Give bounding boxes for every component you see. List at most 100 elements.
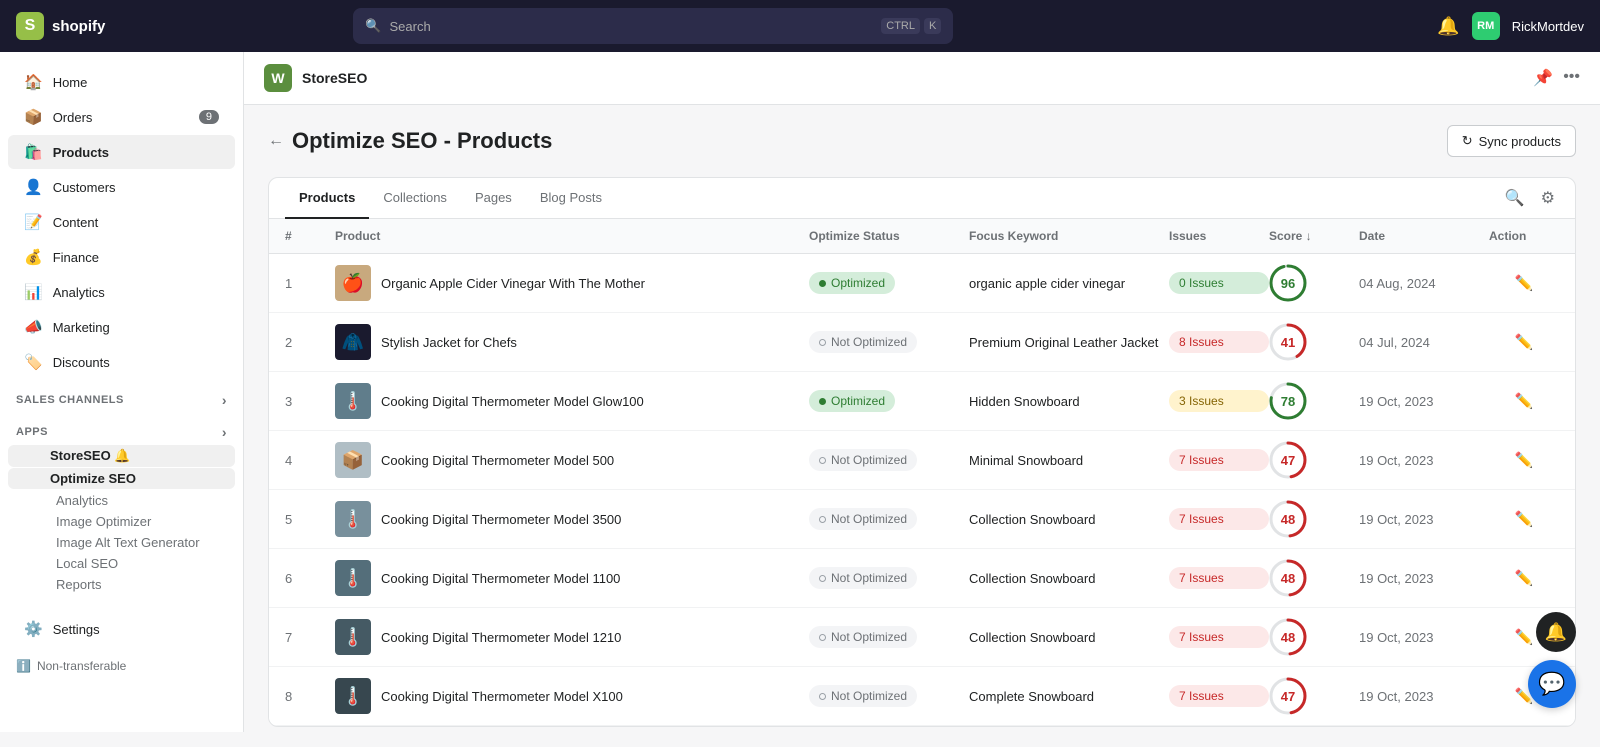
- orders-badge: 9: [199, 110, 219, 124]
- tab-pages[interactable]: Pages: [461, 178, 526, 219]
- score-cell: 47: [1269, 677, 1359, 715]
- sidebar-item-customers[interactable]: 👤 Customers: [8, 170, 235, 204]
- app-logo: W: [264, 64, 292, 92]
- sidebar-item-settings[interactable]: ⚙️ Settings: [8, 612, 235, 646]
- row-num: 2: [285, 335, 335, 350]
- row-num: 6: [285, 571, 335, 586]
- product-thumb: 🌡️: [335, 560, 371, 596]
- sidebar-item-discounts[interactable]: 🏷️ Discounts: [8, 345, 235, 379]
- notification-bell-icon[interactable]: 🔔: [1437, 16, 1459, 37]
- product-cell: 🌡️ Cooking Digital Thermometer Model X10…: [335, 678, 809, 714]
- sales-channels-section: Sales channels ›: [0, 380, 243, 412]
- sidebar-label-analytics: Analytics: [53, 285, 105, 300]
- table-row: 1 🍎 Organic Apple Cider Vinegar With The…: [269, 254, 1575, 313]
- sync-label: Sync products: [1479, 134, 1561, 149]
- col-action: Action: [1489, 229, 1559, 243]
- avatar[interactable]: RM: [1472, 12, 1500, 40]
- back-button[interactable]: ←: [268, 132, 284, 150]
- layout: 🏠 Home 📦 Orders 9 🛍️ Products 👤 Customer…: [0, 52, 1600, 747]
- sidebar-child-analytics[interactable]: Analytics: [0, 490, 243, 511]
- settings-icon: ⚙️: [24, 620, 43, 638]
- col-hash: #: [285, 229, 335, 243]
- edit-icon[interactable]: ✏️: [1515, 274, 1534, 292]
- sidebar-item-products[interactable]: 🛍️ Products: [8, 135, 235, 169]
- product-name: Cooking Digital Thermometer Model X100: [381, 689, 623, 704]
- action-cell: ✏️: [1489, 451, 1559, 469]
- sidebar-child-alt-text[interactable]: Image Alt Text Generator: [0, 532, 243, 553]
- product-cell: 🍎 Organic Apple Cider Vinegar With The M…: [335, 265, 809, 301]
- search-table-button[interactable]: 🔍: [1501, 184, 1529, 212]
- action-cell: ✏️: [1489, 274, 1559, 292]
- score-value: 48: [1281, 571, 1295, 586]
- tab-products[interactable]: Products: [285, 178, 369, 219]
- home-icon: 🏠: [24, 73, 43, 91]
- apps-section: Apps ›: [0, 412, 243, 444]
- score-cell: 48: [1269, 559, 1359, 597]
- tab-blog-posts[interactable]: Blog Posts: [526, 178, 616, 219]
- sidebar-item-analytics[interactable]: 📊 Analytics: [8, 275, 235, 309]
- sidebar-sub-storeseo[interactable]: StoreSEO 🔔: [8, 445, 235, 467]
- sidebar-item-orders[interactable]: 📦 Orders 9: [8, 100, 235, 134]
- edit-icon[interactable]: ✏️: [1515, 392, 1534, 410]
- sidebar-child-local-seo[interactable]: Local SEO: [0, 553, 243, 574]
- notification-floating-button[interactable]: 🔔: [1536, 612, 1576, 652]
- search-bar[interactable]: 🔍 Search CTRL K: [353, 8, 953, 44]
- product-cell: 🌡️ Cooking Digital Thermometer Model 121…: [335, 619, 809, 655]
- date-cell: 04 Jul, 2024: [1359, 335, 1489, 350]
- status-badge-not-optimized: Not Optimized: [809, 626, 917, 648]
- sidebar-sub-optimize-seo[interactable]: Optimize SEO: [8, 468, 235, 489]
- edit-icon[interactable]: ✏️: [1515, 628, 1534, 646]
- status-badge-not-optimized: Not Optimized: [809, 567, 917, 589]
- search-icon: 🔍: [365, 18, 381, 34]
- sync-icon: ↻: [1462, 133, 1473, 149]
- table-row: 4 📦 Cooking Digital Thermometer Model 50…: [269, 431, 1575, 490]
- edit-icon[interactable]: ✏️: [1515, 333, 1534, 351]
- content-icon: 📝: [24, 213, 43, 231]
- shopify-logo[interactable]: S shopify: [16, 12, 105, 40]
- sidebar-item-content[interactable]: 📝 Content: [8, 205, 235, 239]
- chat-floating-button[interactable]: 💬: [1528, 660, 1576, 708]
- sidebar-item-home[interactable]: 🏠 Home: [8, 65, 235, 99]
- product-thumb: 🌡️: [335, 678, 371, 714]
- score-value: 47: [1281, 453, 1295, 468]
- score-circle: 48: [1269, 618, 1307, 656]
- col-score[interactable]: Score ↓: [1269, 229, 1359, 243]
- score-circle: 47: [1269, 441, 1307, 479]
- status-cell: Not Optimized: [809, 508, 969, 530]
- apps-expand-icon[interactable]: ›: [222, 424, 227, 440]
- sales-channels-expand-icon[interactable]: ›: [222, 392, 227, 408]
- status-cell: Optimized: [809, 272, 969, 294]
- storeseo-bell-icon[interactable]: 🔔: [114, 448, 130, 463]
- edit-icon[interactable]: ✏️: [1515, 510, 1534, 528]
- sidebar-item-finance[interactable]: 💰 Finance: [8, 240, 235, 274]
- edit-icon[interactable]: ✏️: [1515, 569, 1534, 587]
- filter-table-button[interactable]: ⚙: [1537, 184, 1559, 212]
- score-cell: 78: [1269, 382, 1359, 420]
- sidebar-item-marketing[interactable]: 📣 Marketing: [8, 310, 235, 344]
- status-dot: [819, 634, 826, 641]
- keyword-cell: Collection Snowboard: [969, 630, 1169, 645]
- pin-icon[interactable]: 📌: [1533, 68, 1553, 88]
- row-num: 4: [285, 453, 335, 468]
- product-thumb: 🧥: [335, 324, 371, 360]
- date-cell: 04 Aug, 2024: [1359, 276, 1489, 291]
- status-cell: Not Optimized: [809, 685, 969, 707]
- table-row: 3 🌡️ Cooking Digital Thermometer Model G…: [269, 372, 1575, 431]
- sidebar-child-image-optimizer[interactable]: Image Optimizer: [0, 511, 243, 532]
- nav-right: 🔔 RM RickMortdev: [1437, 12, 1584, 40]
- edit-icon[interactable]: ✏️: [1515, 451, 1534, 469]
- storeseo-label: StoreSEO: [50, 448, 111, 463]
- issues-badge: 7 Issues: [1169, 626, 1269, 648]
- status-badge-not-optimized: Not Optimized: [809, 685, 917, 707]
- sidebar-child-reports[interactable]: Reports: [0, 574, 243, 595]
- issues-badge: 7 Issues: [1169, 567, 1269, 589]
- more-options-icon[interactable]: •••: [1563, 68, 1580, 88]
- row-num: 3: [285, 394, 335, 409]
- table-row: 8 🌡️ Cooking Digital Thermometer Model X…: [269, 667, 1575, 726]
- score-value: 78: [1281, 394, 1295, 409]
- sync-products-button[interactable]: ↻ Sync products: [1447, 125, 1576, 157]
- score-cell: 47: [1269, 441, 1359, 479]
- tab-collections[interactable]: Collections: [369, 178, 461, 219]
- score-circle: 96: [1269, 264, 1307, 302]
- score-cell: 48: [1269, 618, 1359, 656]
